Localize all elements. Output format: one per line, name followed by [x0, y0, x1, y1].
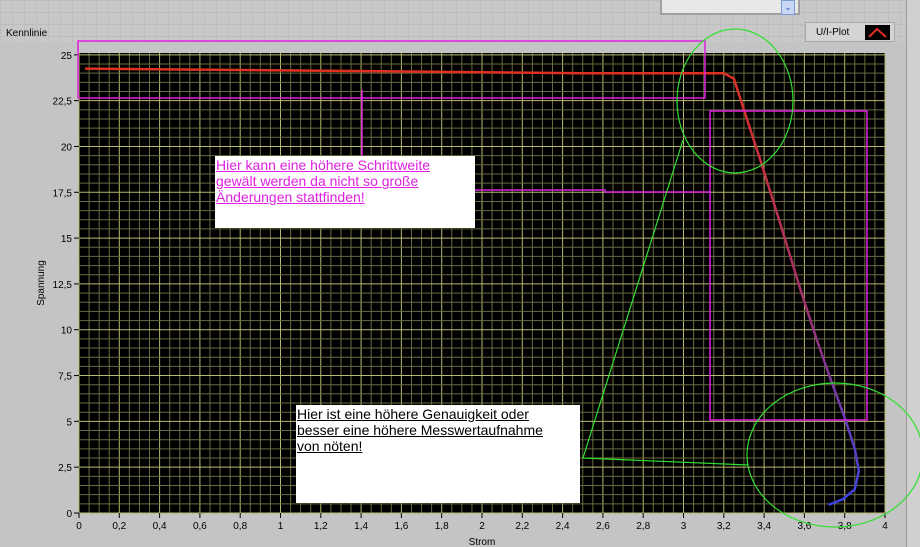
x-tick-label: 1,2 — [314, 521, 328, 532]
y-tick-label: 10 — [61, 326, 73, 337]
x-tick-label: 2,8 — [636, 521, 650, 532]
y-tick-label: 25 — [61, 51, 73, 62]
x-tick-label: 0,8 — [233, 521, 247, 532]
note-line: besser eine höhere Messwertaufnahme — [297, 422, 543, 438]
y-tick-label: 15 — [61, 234, 73, 245]
annotation-note-stepsize: Hier kann eine höhere Schrittweite gewäl… — [215, 156, 475, 228]
x-tick-label: 1,8 — [435, 521, 449, 532]
x-tick-label: 2,2 — [515, 521, 529, 532]
x-tick-label: 0,2 — [112, 521, 126, 532]
x-tick-label: 2,4 — [556, 521, 570, 532]
y-tick-label: 7,5 — [58, 372, 72, 383]
y-tick-label: 2,5 — [58, 463, 72, 474]
x-tick-label: 1,6 — [394, 521, 408, 532]
note-line: von nöten! — [297, 438, 363, 454]
note-line: Hier kann eine höhere Schrittweite — [216, 157, 431, 173]
x-tick-label: 1 — [278, 521, 284, 532]
x-tick-label: 3,2 — [717, 521, 731, 532]
y-tick-label: 12,5 — [53, 280, 73, 291]
x-tick-label: 4 — [882, 521, 888, 532]
y-axis-label: Spannung — [36, 260, 47, 306]
x-tick-label: 1,4 — [354, 521, 368, 532]
note-line: Hier ist eine höhere Genauigkeit oder — [297, 406, 529, 422]
x-tick-label: 0,6 — [193, 521, 207, 532]
y-tick-label: 20 — [61, 142, 73, 153]
y-tick-label: 22,5 — [53, 97, 73, 108]
note-line: Änderungen stattfinden! — [216, 189, 365, 205]
x-tick-label: 2,6 — [596, 521, 610, 532]
x-axis-label: Strom — [469, 537, 496, 547]
x-tick-label: 0 — [76, 521, 82, 532]
note-line: gewält werden da nicht so große — [216, 173, 419, 189]
y-tick-label: 5 — [66, 417, 72, 428]
y-tick-label: 0 — [66, 509, 72, 520]
x-tick-label: 3,4 — [757, 521, 771, 532]
y-tick-label: 17,5 — [53, 188, 73, 199]
x-tick-label: 2 — [479, 521, 485, 532]
x-tick-label: 3 — [681, 521, 687, 532]
x-tick-label: 0,4 — [153, 521, 167, 532]
annotation-note-accuracy: Hier ist eine höhere Genauigkeit oder be… — [296, 405, 580, 503]
